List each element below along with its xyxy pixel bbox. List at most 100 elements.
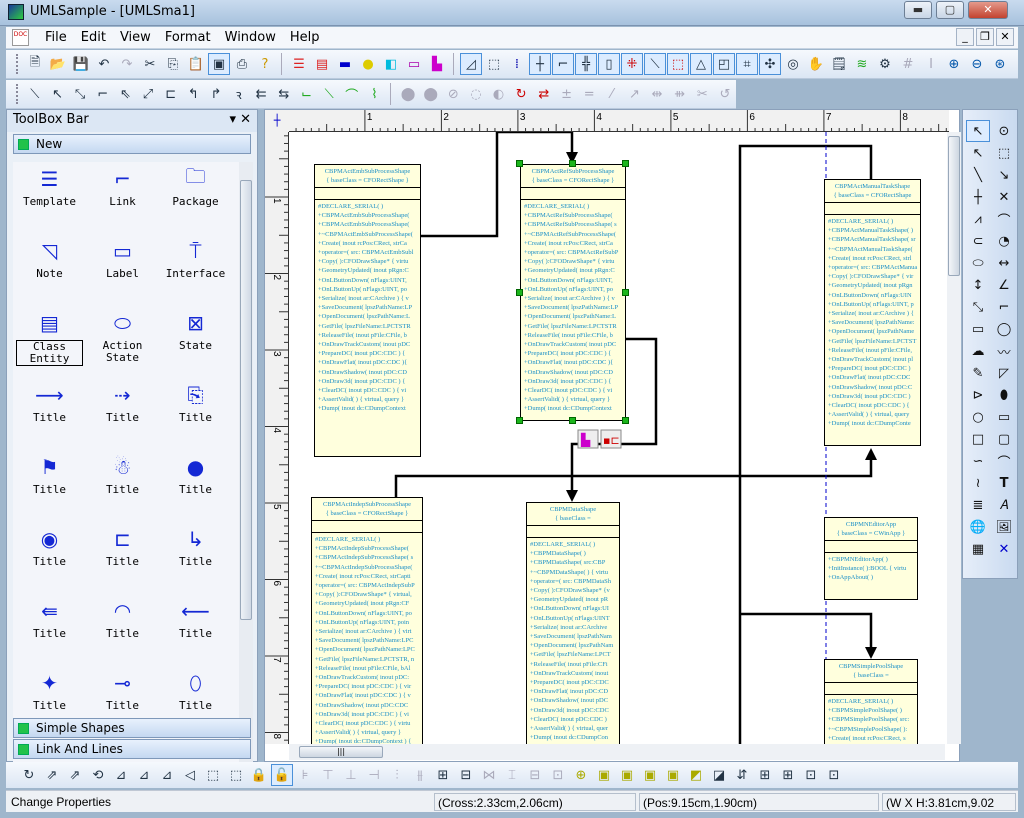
resize-handle[interactable] — [516, 160, 523, 167]
scrollbar-thumb[interactable] — [240, 180, 252, 620]
align-tool-icon[interactable]: ⊡ — [823, 764, 845, 786]
class-shape[interactable]: CBPMNEditorApp { baseClass = CWinApp } +CB… — [824, 517, 918, 600]
class-shape[interactable]: CBPMActRefSubProcessShape { baseClass = C… — [520, 164, 626, 421]
canvas-horizontal-scrollbar[interactable]: ||| — [289, 744, 945, 760]
bezier-edit-icon[interactable]: ⌒ — [992, 450, 1016, 472]
link-arrow-start-icon[interactable]: ↖ — [47, 83, 69, 105]
resize-handle[interactable] — [622, 288, 629, 296]
edit-points-icon[interactable]: ⬚ — [992, 142, 1016, 164]
join-icon[interactable]: ⇻ — [669, 83, 691, 105]
ports-icon[interactable]: ✣ — [759, 53, 781, 75]
rich-text-icon[interactable]: ≣ — [966, 494, 990, 516]
link-step-both-icon[interactable]: ⤢ — [137, 83, 159, 105]
delete-icon[interactable]: ✕ — [992, 538, 1016, 560]
format-painter-icon[interactable]: ⚙ — [874, 53, 896, 75]
font-art-icon[interactable]: 𝐴 — [992, 494, 1016, 516]
properties-icon[interactable]: 🗒 — [828, 53, 850, 75]
bounds-icon[interactable]: ⌗ — [736, 53, 758, 75]
shape-exclude-icon[interactable]: ◐ — [488, 83, 510, 105]
ellipse-icon[interactable]: ⬭ — [966, 252, 990, 274]
layers-icon[interactable]: ≋ — [851, 53, 873, 75]
toolbox-item[interactable]: ⊠ State — [159, 306, 232, 378]
toolbox-item[interactable]: ⍑ Interface — [159, 234, 232, 306]
align-tool-icon[interactable]: ⬚ — [225, 764, 247, 786]
new-icon[interactable]: 🗎 — [24, 53, 46, 75]
note-icon[interactable]: ◧ — [380, 53, 402, 75]
connect-icon[interactable]: ⌐ — [552, 53, 574, 75]
rectangle-icon[interactable]: ▭ — [992, 406, 1016, 428]
toolbar-grip[interactable] — [16, 84, 19, 104]
paste-icon[interactable]: 📋 — [185, 53, 207, 75]
align-tool-icon[interactable]: ↻ — [18, 764, 40, 786]
resize-handle[interactable] — [569, 160, 576, 167]
menu-file[interactable]: File — [38, 30, 74, 45]
port-icon[interactable]: ◰ — [713, 53, 735, 75]
diag-dimension-icon[interactable]: ⤡ — [966, 296, 990, 318]
web-icon[interactable]: 🌐 — [966, 516, 990, 538]
stack-icon[interactable]: ▬ — [334, 53, 356, 75]
canvas-vertical-scrollbar[interactable] — [947, 132, 961, 744]
square-icon[interactable]: □ — [966, 428, 990, 450]
help-icon[interactable]: ? — [254, 53, 276, 75]
align-tool-icon[interactable]: ⊟ — [524, 764, 546, 786]
resize-handle[interactable] — [622, 417, 629, 424]
grid-disabled-icon[interactable]: # — [897, 53, 919, 75]
class-shape[interactable]: CBPMSimplePoolShape { baseClass = #DECLARE… — [824, 659, 918, 744]
save-icon[interactable]: 💾 — [70, 53, 92, 75]
crescent-icon[interactable]: ⊂ — [966, 230, 990, 252]
toolbox-item[interactable]: ● Title — [159, 450, 232, 522]
toolbox-item[interactable]: ⬭ Action State — [86, 306, 159, 378]
pie-icon[interactable]: ◔ — [992, 230, 1016, 252]
resize-handle[interactable] — [569, 417, 576, 424]
print-icon[interactable]: ⎙ — [231, 53, 253, 75]
zoom-in-icon[interactable]: ⊕ — [943, 53, 965, 75]
align-tool-icon[interactable]: ⊡ — [800, 764, 822, 786]
freehand-icon[interactable]: 〰 — [992, 340, 1016, 362]
snap2-icon[interactable]: ▯ — [598, 53, 620, 75]
align-tool-icon[interactable]: ◪ — [708, 764, 730, 786]
line-icon[interactable]: ╲ — [966, 164, 990, 186]
design-mode-icon[interactable]: ◿ — [460, 53, 482, 75]
snap-red-icon[interactable]: ⁜ — [621, 53, 643, 75]
close-path-icon[interactable]: ↺ — [714, 83, 736, 105]
bar2-icon[interactable]: ▤ — [311, 53, 333, 75]
round-rect-icon[interactable]: ▢ — [992, 428, 1016, 450]
shape-combine-icon[interactable]: ⬤ — [420, 83, 442, 105]
toolbox-group-simple-shapes[interactable]: Simple Shapes — [13, 718, 251, 738]
align-tool-icon[interactable]: ⊥ — [340, 764, 362, 786]
toolbox-item[interactable]: ⇢ Title — [86, 378, 159, 450]
spline-icon[interactable]: ≀ — [966, 472, 990, 494]
diagram-canvas[interactable]: ▙ ▪⊏ CBPMActEmbSubProcessShape { baseClass… — [289, 132, 945, 744]
callout-round-icon[interactable]: ◯ — [992, 318, 1016, 340]
align-tool-icon[interactable]: ⇗ — [41, 764, 63, 786]
toolbox-item[interactable]: ☃ Title — [86, 450, 159, 522]
align-tool-icon[interactable]: ⊡ — [547, 764, 569, 786]
oval-icon[interactable]: ⬮ — [992, 384, 1016, 406]
zoom-fit-icon[interactable]: ⊛ — [989, 53, 1011, 75]
link-ortho-back-icon[interactable]: ↱ — [205, 83, 227, 105]
straighten-icon[interactable]: ⁄ — [601, 83, 623, 105]
link-z-arrow-icon[interactable]: ⇇ — [250, 83, 272, 105]
align-tool-icon[interactable]: ⊤ — [317, 764, 339, 786]
link-poly-icon[interactable]: ⌙ — [296, 83, 318, 105]
align-tool-icon[interactable]: ⊞ — [754, 764, 776, 786]
toolbox-item[interactable]: ◹ Note — [13, 234, 86, 306]
mdi-close-button[interactable]: ✕ — [996, 28, 1014, 46]
toolbox-item[interactable]: ⚑ Title — [13, 450, 86, 522]
toolbox-item[interactable]: ⟶ Title — [13, 378, 86, 450]
h-dimension-icon[interactable]: ↔ — [992, 252, 1016, 274]
toolbox-item[interactable]: ▭ Label — [86, 234, 159, 306]
zoom-out-icon[interactable]: ⊖ — [966, 53, 988, 75]
align-tool-icon[interactable]: ⇗ — [64, 764, 86, 786]
menu-window[interactable]: Window — [218, 30, 283, 45]
align-tool-icon[interactable]: ⋈ — [478, 764, 500, 786]
maximize-button[interactable]: ▢ — [936, 1, 964, 19]
toolbox-close-icon[interactable]: ▾ ✕ — [229, 112, 251, 127]
toolbox-item[interactable]: ☰ Template — [13, 162, 86, 234]
text-icon[interactable]: T — [992, 472, 1016, 494]
polygon-icon[interactable]: ◸ — [992, 362, 1016, 384]
shape-intersect-icon[interactable]: ◌ — [465, 83, 487, 105]
bezier-icon[interactable]: ✕ — [992, 186, 1016, 208]
toolbox-item[interactable]: ⟵ Title — [159, 594, 232, 666]
align-tool-icon[interactable]: ▣ — [662, 764, 684, 786]
